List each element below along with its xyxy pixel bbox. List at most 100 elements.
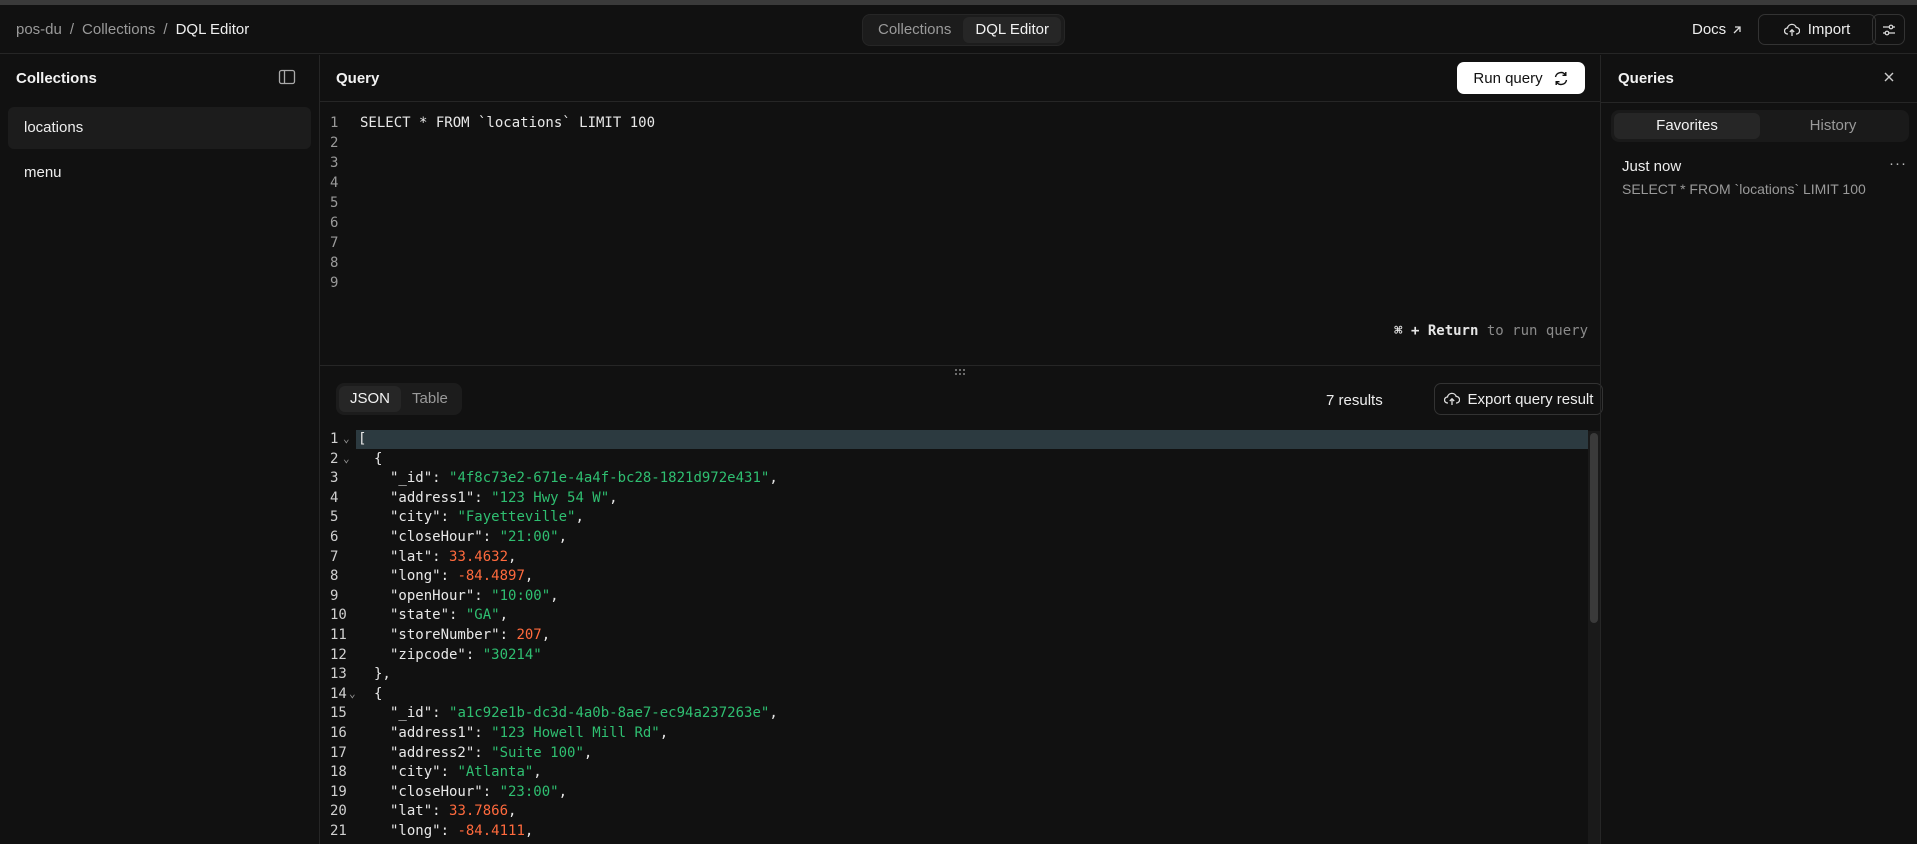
json-line: 1 ⌄[ [320,431,1588,450]
json-value: "30214" [482,646,542,663]
json-line: 9 "openHour": "10:00", [320,588,1588,607]
json-result-viewer[interactable]: 1 ⌄[2 ⌄{3 "_id": "4f8c73e2-671e-4a4f-bc28-1… [320,429,1600,844]
json-line-text: "city": "Atlanta", [390,764,542,781]
json-line: 12 "zipcode": "30214" [320,647,1588,666]
json-line-number: 19 [330,783,347,800]
breadcrumb-collections[interactable]: Collections [82,21,155,38]
chevron-down-icon[interactable]: ⌄ [343,432,350,445]
run-query-button[interactable]: Run query [1457,62,1585,94]
sidebar-title: Collections [16,70,97,87]
tab-json[interactable]: JSON [339,386,402,412]
json-line: 2 ⌄{ [320,451,1588,470]
query-code-line[interactable]: SELECT * FROM `locations` LIMIT 100 [360,115,655,131]
json-key: "_id" [390,705,433,722]
collection-item-locations[interactable]: locations [8,107,311,149]
breadcrumb-workspace[interactable]: pos-du [16,21,62,38]
json-key: "long" [390,823,441,839]
json-punct: , [508,548,517,565]
json-key: "city" [390,764,441,781]
json-value: "23:00" [499,783,559,800]
chevron-down-icon[interactable]: ⌄ [343,452,350,465]
tab-history[interactable]: History [1760,113,1906,139]
scrollbar-thumb[interactable] [1590,433,1598,623]
json-line-text: "closeHour": "23:00", [390,783,568,800]
import-button[interactable]: Import [1758,14,1876,45]
json-line-text: "long": -84.4897, [390,568,534,585]
json-line-text: "address1": "123 Howell Mill Rd", [390,725,669,741]
json-line-number: 20 [330,803,347,820]
json-line: 16 "address1": "123 Howell Mill Rd", [320,725,1588,744]
run-query-label: Run query [1473,69,1543,87]
queries-tabs: Favorites History [1611,110,1909,142]
grip-icon[interactable] [954,368,966,376]
line-number: 1 [330,115,339,131]
line-number: 7 [330,235,339,251]
json-line-number: 21 [330,823,347,839]
tab-favorites[interactable]: Favorites [1614,113,1760,139]
close-icon[interactable] [1882,70,1896,84]
json-line: 5 "city": "Fayetteville", [320,509,1588,528]
pane-divider [320,365,1600,366]
results-header: JSON Table 7 results Export query result [320,380,1603,424]
json-key: "address1" [390,725,475,741]
json-punct: , [541,627,551,643]
line-number: 6 [330,215,339,231]
docs-label: Docs [1692,21,1727,38]
nav-collections[interactable]: Collections [866,17,963,43]
app-header: pos-du / Collections / DQL Editor Collec… [0,5,1917,54]
json-value: "GA" [465,607,500,624]
json-value: -84.4111 [457,823,525,839]
json-value: -84.4897 [457,568,525,585]
json-punct: [ [358,431,367,447]
json-line-number: 8 [330,568,339,585]
queries-title: Queries [1618,70,1674,87]
json-punct: }, [374,666,391,683]
query-header: Query Run query [320,55,1600,102]
query-entry-time[interactable]: Just now [1622,158,1681,175]
json-line-text: "zipcode": "30214" [390,646,542,663]
docs-link[interactable]: Docs [1692,21,1743,38]
json-line: 11 "storeNumber": 207, [320,627,1588,646]
import-label: Import [1807,21,1851,38]
chevron-down-icon[interactable]: ⌄ [349,687,356,700]
json-line-text: "address2": "Suite 100", [390,744,593,761]
json-key: "state" [390,607,450,624]
collections-sidebar: Collections locations menu [0,55,320,844]
json-key: "closeHour" [390,529,483,545]
json-line-number: 4 [330,489,339,506]
cloud-upload-icon [1783,23,1800,36]
sidebar-collapse-icon[interactable] [278,69,296,85]
json-value: "Fayetteville" [457,509,576,526]
query-entry-text[interactable]: SELECT * FROM `locations` LIMIT 100 [1622,181,1866,197]
arrow-up-right-icon [1733,26,1741,34]
line-number: 3 [330,155,339,171]
collection-item-menu[interactable]: menu [8,152,311,194]
json-line: 4 "address1": "123 Hwy 54 W", [320,490,1588,509]
json-line-text: "address1": "123 Hwy 54 W", [390,489,618,506]
settings-button[interactable] [1872,14,1905,45]
json-line: 19 "closeHour": "23:00", [320,784,1588,803]
json-value: "21:00" [499,529,559,545]
more-icon[interactable]: ··· [1889,155,1907,172]
json-line-number: 9 [330,587,339,604]
json-punct: , [769,470,778,487]
line-number: 5 [330,195,339,211]
nav-dql-editor[interactable]: DQL Editor [963,17,1062,43]
json-scrollbar[interactable] [1588,431,1600,844]
json-line-text: "closeHour": "21:00", [390,529,568,545]
json-line: 18 "city": "Atlanta", [320,764,1588,783]
sliders-icon [1882,24,1895,35]
json-line-text: }, [374,666,391,682]
query-editor[interactable]: 1 2 3 4 5 6 7 8 9 SELECT * FROM `locatio… [320,103,1600,358]
json-line-text: "storeNumber": 207, [390,627,551,643]
json-line-text: { [374,451,382,467]
line-number: 4 [330,175,339,191]
query-title: Query [336,70,380,87]
json-line-number: 16 [330,725,347,741]
json-line: 14 ⌄{ [320,686,1588,705]
breadcrumb-separator: / [69,21,75,38]
export-query-result-button[interactable]: Export query result [1434,383,1603,415]
json-line: 8 "long": -84.4897, [320,568,1588,587]
json-punct: , [550,587,559,604]
tab-table[interactable]: Table [401,386,459,412]
